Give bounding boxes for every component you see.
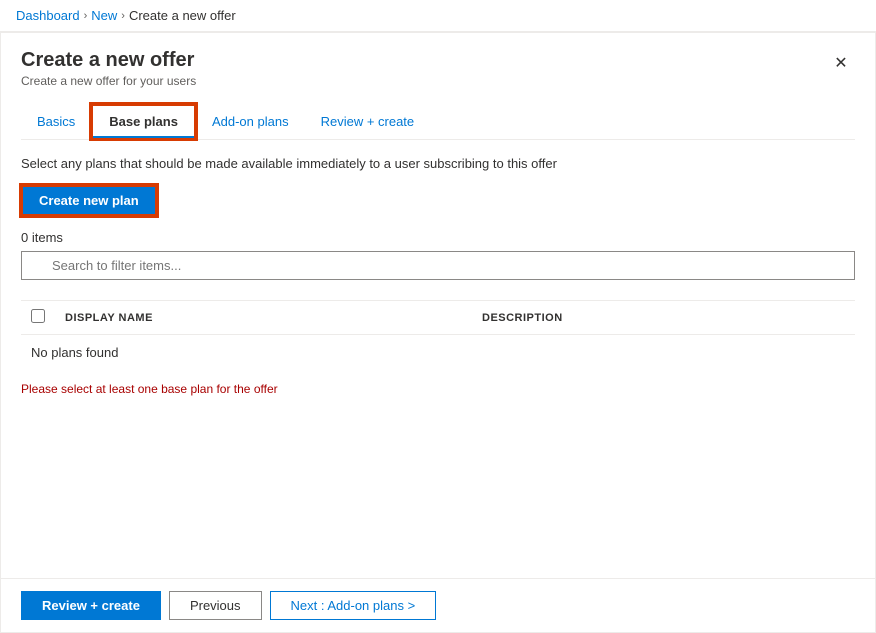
breadcrumb-new[interactable]: New (91, 8, 117, 23)
search-input[interactable] (21, 251, 855, 280)
display-name-column-header: DISPLAY NAME (55, 301, 472, 335)
select-all-checkbox[interactable] (31, 309, 45, 323)
tab-basics[interactable]: Basics (21, 104, 91, 139)
breadcrumb-dashboard[interactable]: Dashboard (16, 8, 80, 23)
panel-content: Select any plans that should be made ava… (1, 140, 875, 578)
breadcrumb-sep-1: › (84, 10, 88, 22)
breadcrumb: Dashboard › New › Create a new offer (0, 0, 876, 32)
no-plans-row: No plans found (21, 335, 855, 371)
description-column-header: DESCRIPTION (472, 301, 855, 335)
review-create-button[interactable]: Review + create (21, 591, 161, 620)
panel-subtitle: Create a new offer for your users (21, 74, 196, 88)
table-header: DISPLAY NAME DESCRIPTION (21, 301, 855, 335)
items-count: 0 items (21, 230, 855, 245)
section-description: Select any plans that should be made ava… (21, 156, 855, 171)
tab-review-create[interactable]: Review + create (305, 104, 431, 139)
next-button[interactable]: Next : Add-on plans > (270, 591, 437, 620)
no-plans-message: No plans found (21, 335, 855, 371)
plans-table: DISPLAY NAME DESCRIPTION No plans found (21, 300, 855, 370)
panel-title: Create a new offer (21, 49, 196, 72)
breadcrumb-sep-2: › (121, 10, 125, 22)
table-body: No plans found (21, 335, 855, 371)
tab-base-plans[interactable]: Base plans (91, 104, 196, 139)
error-message: Please select at least one base plan for… (21, 382, 855, 396)
tab-addon-plans[interactable]: Add-on plans (196, 104, 305, 139)
breadcrumb-current: Create a new offer (129, 8, 236, 23)
panel-footer: Review + create Previous Next : Add-on p… (1, 578, 875, 632)
select-all-column (21, 301, 55, 335)
panel-header: Create a new offer Create a new offer fo… (1, 33, 875, 140)
previous-button[interactable]: Previous (169, 591, 262, 620)
panel: Create a new offer Create a new offer fo… (0, 32, 876, 633)
search-wrapper: 🔍 (21, 251, 855, 290)
close-button[interactable]: ✕ (827, 49, 855, 77)
tabs-container: Basics Base plans Add-on plans Review + … (21, 104, 855, 140)
create-new-plan-button[interactable]: Create new plan (21, 185, 157, 216)
